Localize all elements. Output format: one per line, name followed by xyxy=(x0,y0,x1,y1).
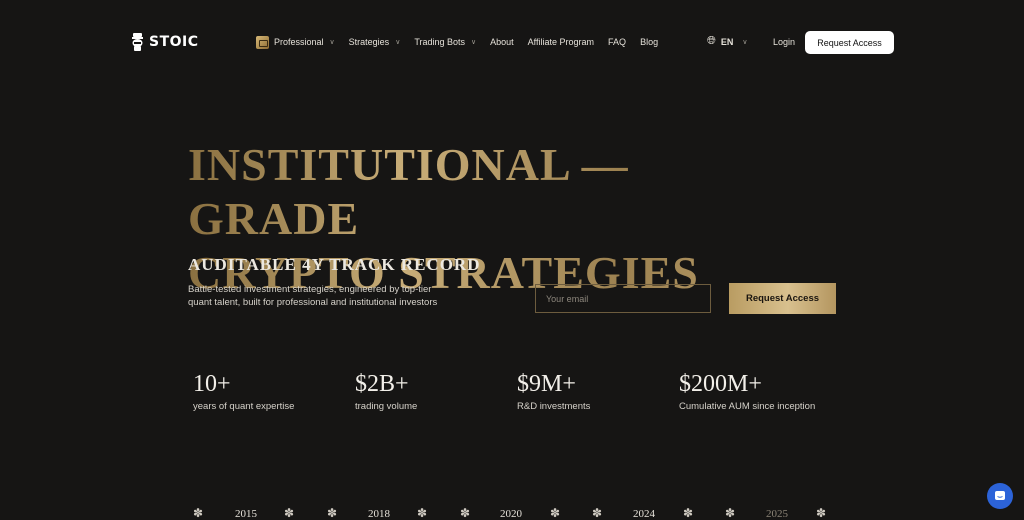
nav-label: Professional xyxy=(274,37,324,47)
laurel-right-icon: ✽ xyxy=(683,506,694,520)
email-input[interactable] xyxy=(535,284,711,313)
stoic-mascot-icon xyxy=(132,33,143,51)
stat-trading-volume: $2B+ trading volume xyxy=(355,370,417,412)
nav-item-affiliate-program[interactable]: Affiliate Program xyxy=(528,37,594,47)
chevron-down-icon: ∨ xyxy=(471,39,477,46)
laurel-left-icon: ✽ xyxy=(327,506,338,520)
chevron-down-icon: ∨ xyxy=(395,39,401,46)
nav-item-strategies[interactable]: Strategies ∨ xyxy=(349,37,401,47)
chat-launcher-button[interactable] xyxy=(987,483,1013,509)
stat-rd-investments: $9M+ R&D investments xyxy=(517,370,590,412)
timeline-year-2024[interactable]: 2024 xyxy=(633,508,655,520)
stat-label: trading volume xyxy=(355,401,418,412)
nav-item-about[interactable]: About xyxy=(490,37,514,47)
site-header: STOIC Professional ∨ Strategies ∨ Tradin… xyxy=(0,0,1024,84)
stat-value: $200M+ xyxy=(679,371,762,397)
laurel-left-icon: ✽ xyxy=(725,506,736,520)
brand-logo[interactable]: STOIC xyxy=(131,32,199,52)
language-label: EN xyxy=(720,36,734,47)
nav-label: Blog xyxy=(640,37,659,47)
nav-label: About xyxy=(490,37,514,47)
laurel-right-icon: ✽ xyxy=(284,506,295,520)
nav-item-faq[interactable]: FAQ xyxy=(608,37,626,47)
request-access-button[interactable]: Request Access xyxy=(729,283,836,314)
stat-label: Cumulative AUM since inception xyxy=(679,401,816,412)
nav-item-trading-bots[interactable]: Trading Bots ∨ xyxy=(414,37,476,47)
laurel-right-icon: ✽ xyxy=(417,506,428,520)
brand-name: STOIC xyxy=(149,34,199,50)
stat-label: R&D investments xyxy=(517,401,591,412)
timeline-year-2020[interactable]: 2020 xyxy=(500,508,522,520)
chevron-down-icon: ∨ xyxy=(742,38,748,46)
stat-value: $9M+ xyxy=(517,371,576,397)
chat-icon xyxy=(995,491,1005,500)
laurel-right-icon: ✽ xyxy=(550,506,561,520)
hero-title: INSTITUTIONAL — GRADE CRYPTO STRATEGIES xyxy=(188,138,808,300)
laurel-left-icon: ✽ xyxy=(592,506,603,520)
timeline-year-2015[interactable]: 2015 xyxy=(235,508,257,520)
laurel-left-icon: ✽ xyxy=(460,506,471,520)
nav-label: FAQ xyxy=(608,37,627,47)
timeline-year-2018[interactable]: 2018 xyxy=(368,508,390,520)
nav-label: Trading Bots xyxy=(414,37,466,47)
nav-label: Affiliate Program xyxy=(527,37,595,47)
stat-value: $2B+ xyxy=(355,371,409,397)
hero-description: Battle-tested investment strategies, eng… xyxy=(188,284,438,308)
stat-label: years of quant expertise xyxy=(193,401,295,412)
hero-subtitle: AUDITABLE 4Y TRACK RECORD xyxy=(188,255,481,274)
globe-icon: 🌐︎ xyxy=(707,35,716,47)
briefcase-icon xyxy=(256,35,269,49)
stat-expertise: 10+ years of quant expertise xyxy=(193,370,294,412)
nav-item-blog[interactable]: Blog xyxy=(640,37,658,47)
laurel-left-icon: ✽ xyxy=(193,506,204,520)
chevron-down-icon: ∨ xyxy=(329,39,335,46)
request-access-header-button[interactable]: Request Access xyxy=(805,31,894,54)
language-selector[interactable]: 🌐︎ EN ∨ xyxy=(707,35,747,48)
laurel-right-icon: ✽ xyxy=(816,506,827,520)
nav-item-professional[interactable]: Professional ∨ xyxy=(256,35,335,49)
stat-value: 10+ xyxy=(193,371,231,397)
nav-label: Strategies xyxy=(348,37,390,47)
timeline-year-2025[interactable]: 2025 xyxy=(766,508,788,520)
main-nav: Professional ∨ Strategies ∨ Trading Bots… xyxy=(256,34,672,50)
stat-aum: $200M+ Cumulative AUM since inception xyxy=(679,370,815,412)
login-link[interactable]: Login xyxy=(773,37,795,47)
hero-title-line1: INSTITUTIONAL — GRADE xyxy=(188,139,629,244)
